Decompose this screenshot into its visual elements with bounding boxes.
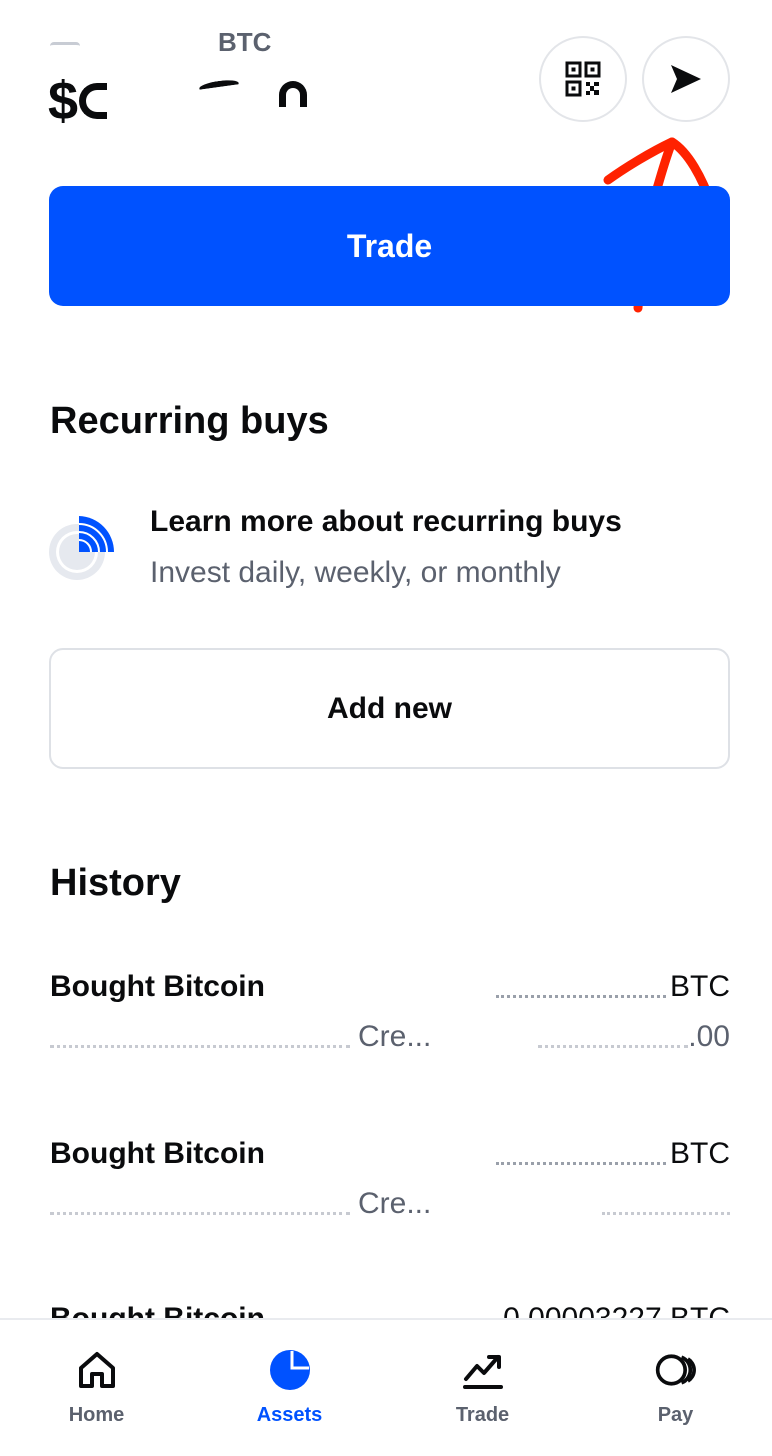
nav-assets[interactable]: Assets	[193, 1320, 386, 1456]
history-row-value	[602, 1187, 730, 1221]
balance-crypto-unit: BTC	[218, 26, 272, 57]
history-row[interactable]: Bought Bitcoin Cre... BTC	[50, 1137, 730, 1237]
redacted-crypto-amount	[50, 30, 212, 54]
bottom-navigation: Home Assets Trade Pay	[0, 1318, 772, 1456]
trade-button[interactable]: Trade	[49, 186, 730, 306]
history-row-title: Bought Bitcoin	[50, 970, 265, 1003]
recurring-buys-title: Recurring buys	[50, 400, 329, 442]
history-row-subtitle: Cre...	[50, 1020, 431, 1054]
qr-code-icon	[565, 61, 601, 97]
pay-icon	[654, 1348, 698, 1392]
nav-trade-label: Trade	[455, 1404, 510, 1426]
history-row-subtitle: Cre...	[50, 1187, 431, 1221]
nav-home-label: Home	[68, 1404, 125, 1426]
nav-pay-label: Pay	[657, 1404, 694, 1426]
history-row-title: Bought Bitcoin	[50, 1137, 265, 1170]
nav-pay[interactable]: Pay	[579, 1320, 772, 1456]
trending-up-icon	[461, 1348, 505, 1392]
redacted-fiat-amount	[79, 75, 309, 127]
history-row-value: .00	[538, 1020, 730, 1054]
history-row-amount: BTC	[496, 1137, 730, 1171]
history-row[interactable]: Bought Bitcoin Cre... BTC .00	[50, 970, 730, 1070]
learn-recurring-title[interactable]: Learn more about recurring buys	[150, 505, 622, 539]
history-title: History	[50, 862, 181, 904]
learn-recurring-subtitle: Invest daily, weekly, or monthly	[150, 556, 561, 589]
home-icon	[75, 1348, 119, 1392]
send-icon	[671, 65, 701, 93]
add-new-recurring-button[interactable]: Add new	[49, 648, 730, 769]
recurring-buys-icon	[49, 516, 114, 580]
balance-crypto-amount: BTC	[50, 26, 272, 57]
balance-fiat-amount: $	[48, 70, 309, 132]
pie-chart-icon	[268, 1348, 312, 1392]
balance-currency-symbol: $	[48, 71, 78, 131]
receive-qr-button[interactable]	[539, 36, 627, 122]
history-row-amount: BTC	[496, 970, 730, 1004]
nav-assets-label: Assets	[256, 1404, 323, 1426]
nav-trade[interactable]: Trade	[386, 1320, 579, 1456]
send-button[interactable]	[642, 36, 730, 122]
nav-home[interactable]: Home	[0, 1320, 193, 1456]
